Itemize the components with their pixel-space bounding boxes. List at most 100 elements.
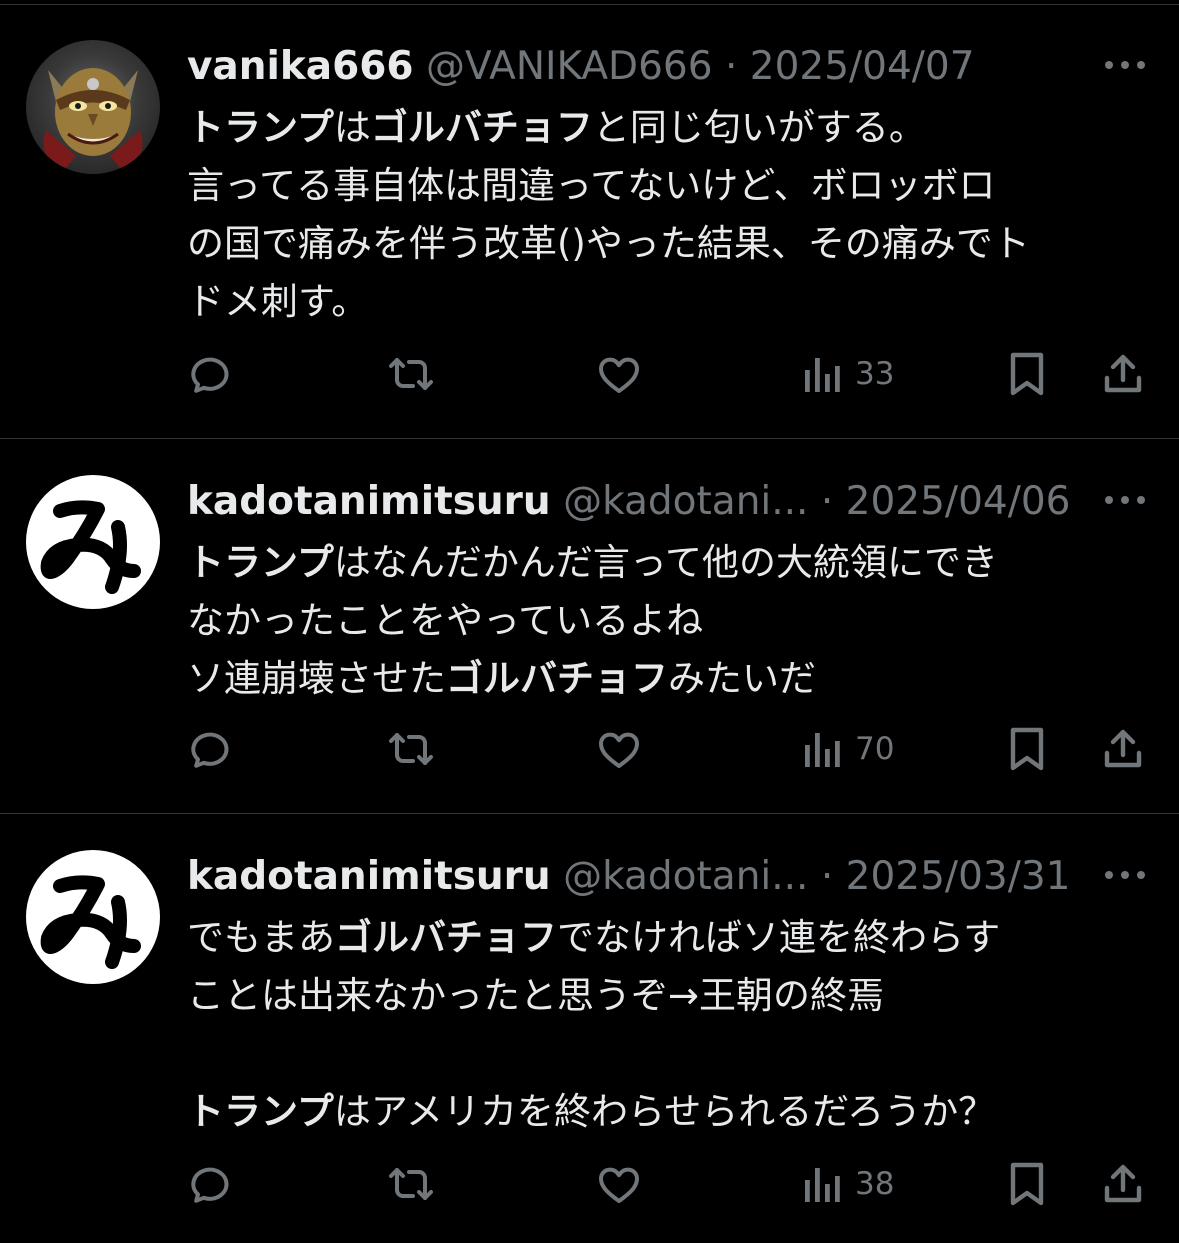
share-button[interactable] — [1099, 1159, 1147, 1209]
text-line: ドメ刺す。 — [187, 273, 1147, 331]
retweet-button[interactable] — [385, 349, 437, 399]
highlighted-text: ゴルバチョフ — [446, 657, 668, 700]
tweet-header: vanika666 @VANIKAD666 · 2025/04/07 — [187, 41, 1147, 93]
avatar[interactable] — [26, 40, 160, 174]
bookmark-icon — [1005, 349, 1049, 399]
views-chart-icon — [801, 1160, 841, 1208]
avatar[interactable] — [26, 475, 160, 609]
views-count: 33 — [855, 356, 895, 392]
display-name[interactable]: kadotanimitsuru — [187, 479, 551, 524]
text-line: の国で痛みを伴う改革()やった結果、その痛みでト — [187, 215, 1147, 273]
hiragana-mi-icon — [40, 875, 141, 969]
display-name[interactable]: vanika666 — [187, 44, 414, 89]
reply-icon — [187, 1160, 235, 1208]
retweet-button[interactable] — [385, 1159, 437, 1209]
like-heart-icon — [595, 725, 643, 773]
text-segment: はなんだかんだ言って他の大統領にでき — [333, 541, 999, 584]
bookmark-icon — [1005, 1159, 1049, 1209]
views-chart-icon — [801, 350, 841, 398]
retweet-icon — [385, 350, 437, 398]
views-count: 38 — [855, 1166, 895, 1202]
post-date[interactable]: 2025/04/07 — [750, 44, 975, 89]
text-segment: でもまあ — [187, 916, 335, 959]
text-segment: の国で痛みを伴う改革()やった結果、その痛みでト — [187, 222, 1030, 265]
text-segment: 言ってる事自体は間違ってないけど、ボロッボロ — [187, 164, 996, 207]
retweet-icon — [385, 1160, 437, 1208]
tweet[interactable]: vanika666 @VANIKAD666 · 2025/04/07 トランプは… — [0, 5, 1179, 439]
reply-button[interactable] — [187, 724, 235, 774]
text-line: トランプはなんだかんだ言って他の大統領にでき — [187, 534, 1147, 592]
tweet-header: kadotanimitsuru @kadotani... · 2025/04/0… — [187, 476, 1147, 528]
text-line: トランプはゴルバチョフと同じ匂いがする。 — [187, 99, 1147, 157]
demon-mask-icon — [43, 68, 143, 168]
retweet-button[interactable] — [385, 724, 437, 774]
tweet-text: トランプはなんだかんだ言って他の大統領にでき なかったことをやっているよね ソ連崩壊… — [187, 534, 1147, 708]
retweet-icon — [385, 725, 437, 773]
user-handle[interactable]: @VANIKAD666 — [426, 44, 713, 89]
reply-button[interactable] — [187, 1159, 235, 1209]
text-segment: は — [333, 106, 371, 149]
bookmark-button[interactable] — [1005, 724, 1049, 774]
more-options-icon[interactable] — [1103, 490, 1147, 510]
action-bar: 33 — [187, 349, 1147, 399]
text-line: なかったことをやっているよね — [187, 592, 1147, 650]
share-icon — [1099, 350, 1147, 398]
share-button[interactable] — [1099, 349, 1147, 399]
text-line: ソ連崩壊させたゴルバチョフみたいだ — [187, 650, 1147, 708]
tweet[interactable]: kadotanimitsuru @kadotani... · 2025/03/3… — [0, 815, 1179, 1243]
avatar[interactable] — [26, 850, 160, 984]
text-line: でもまあゴルバチョフでなければソ連を終わらす — [187, 909, 1147, 967]
action-bar: 38 — [187, 1159, 1147, 1209]
like-button[interactable] — [595, 724, 643, 774]
views-chart-icon — [801, 725, 841, 773]
share-button[interactable] — [1099, 724, 1147, 774]
reply-icon — [187, 350, 235, 398]
text-segment: はアメリカを終わらせられるだろうか？ — [333, 1090, 996, 1133]
action-bar: 70 — [187, 724, 1147, 774]
tweet-text: トランプはゴルバチョフと同じ匂いがする。言ってる事自体は間違ってないけど、ボロッ… — [187, 99, 1147, 331]
text-segment: みたいだ — [668, 657, 816, 700]
reply-button[interactable] — [187, 349, 235, 399]
tweet[interactable]: kadotanimitsuru @kadotani... · 2025/04/0… — [0, 440, 1179, 814]
views-count: 70 — [855, 731, 895, 767]
like-button[interactable] — [595, 349, 643, 399]
separator-dot: · — [820, 854, 834, 899]
bookmark-button[interactable] — [1005, 349, 1049, 399]
user-handle[interactable]: @kadotani... — [563, 479, 808, 524]
post-date[interactable]: 2025/04/06 — [846, 479, 1071, 524]
separator-dot: · — [820, 479, 834, 524]
bookmark-button[interactable] — [1005, 1159, 1049, 1209]
text-segment: ことは出来なかったと思うぞ→王朝の終焉 — [187, 974, 885, 1017]
timeline-feed: vanika666 @VANIKAD666 · 2025/04/07 トランプは… — [0, 0, 1179, 1243]
user-handle[interactable]: @kadotani... — [563, 854, 808, 899]
highlighted-text: トランプ — [187, 1090, 334, 1133]
like-button[interactable] — [595, 1159, 643, 1209]
highlighted-text: ゴルバチョフ — [335, 916, 557, 959]
bookmark-icon — [1005, 724, 1049, 774]
share-icon — [1099, 725, 1147, 773]
text-segment: ドメ刺す。 — [187, 280, 369, 323]
highlighted-text: ゴルバチョフ — [370, 106, 593, 149]
text-segment: でなければソ連を終わらす — [557, 916, 1001, 959]
hiragana-mi-icon — [40, 500, 141, 594]
text-line: トランプはアメリカを終わらせられるだろうか？ — [187, 1083, 1147, 1141]
post-date[interactable]: 2025/03/31 — [846, 854, 1071, 899]
tweet-text: でもまあゴルバチョフでなければソ連を終わらすことは出来なかったと思うぞ→王朝の終… — [187, 909, 1147, 1141]
share-icon — [1099, 1160, 1147, 1208]
display-name[interactable]: kadotanimitsuru — [187, 854, 551, 899]
views-button[interactable]: 38 — [801, 1159, 894, 1209]
like-heart-icon — [595, 350, 643, 398]
text-segment: ソ連崩壊させた — [187, 657, 446, 700]
text-segment: なかったことをやっているよね — [187, 599, 704, 642]
more-options-icon[interactable] — [1103, 55, 1147, 75]
separator-dot: · — [724, 44, 738, 89]
text-segment: と同じ匂いがする。 — [592, 106, 926, 149]
views-button[interactable]: 70 — [801, 724, 894, 774]
more-options-icon[interactable] — [1103, 865, 1147, 885]
views-button[interactable]: 33 — [801, 349, 894, 399]
tweet-header: kadotanimitsuru @kadotani... · 2025/03/3… — [187, 851, 1147, 903]
text-line: 言ってる事自体は間違ってないけど、ボロッボロ — [187, 157, 1147, 215]
reply-icon — [187, 725, 235, 773]
like-heart-icon — [595, 1160, 643, 1208]
